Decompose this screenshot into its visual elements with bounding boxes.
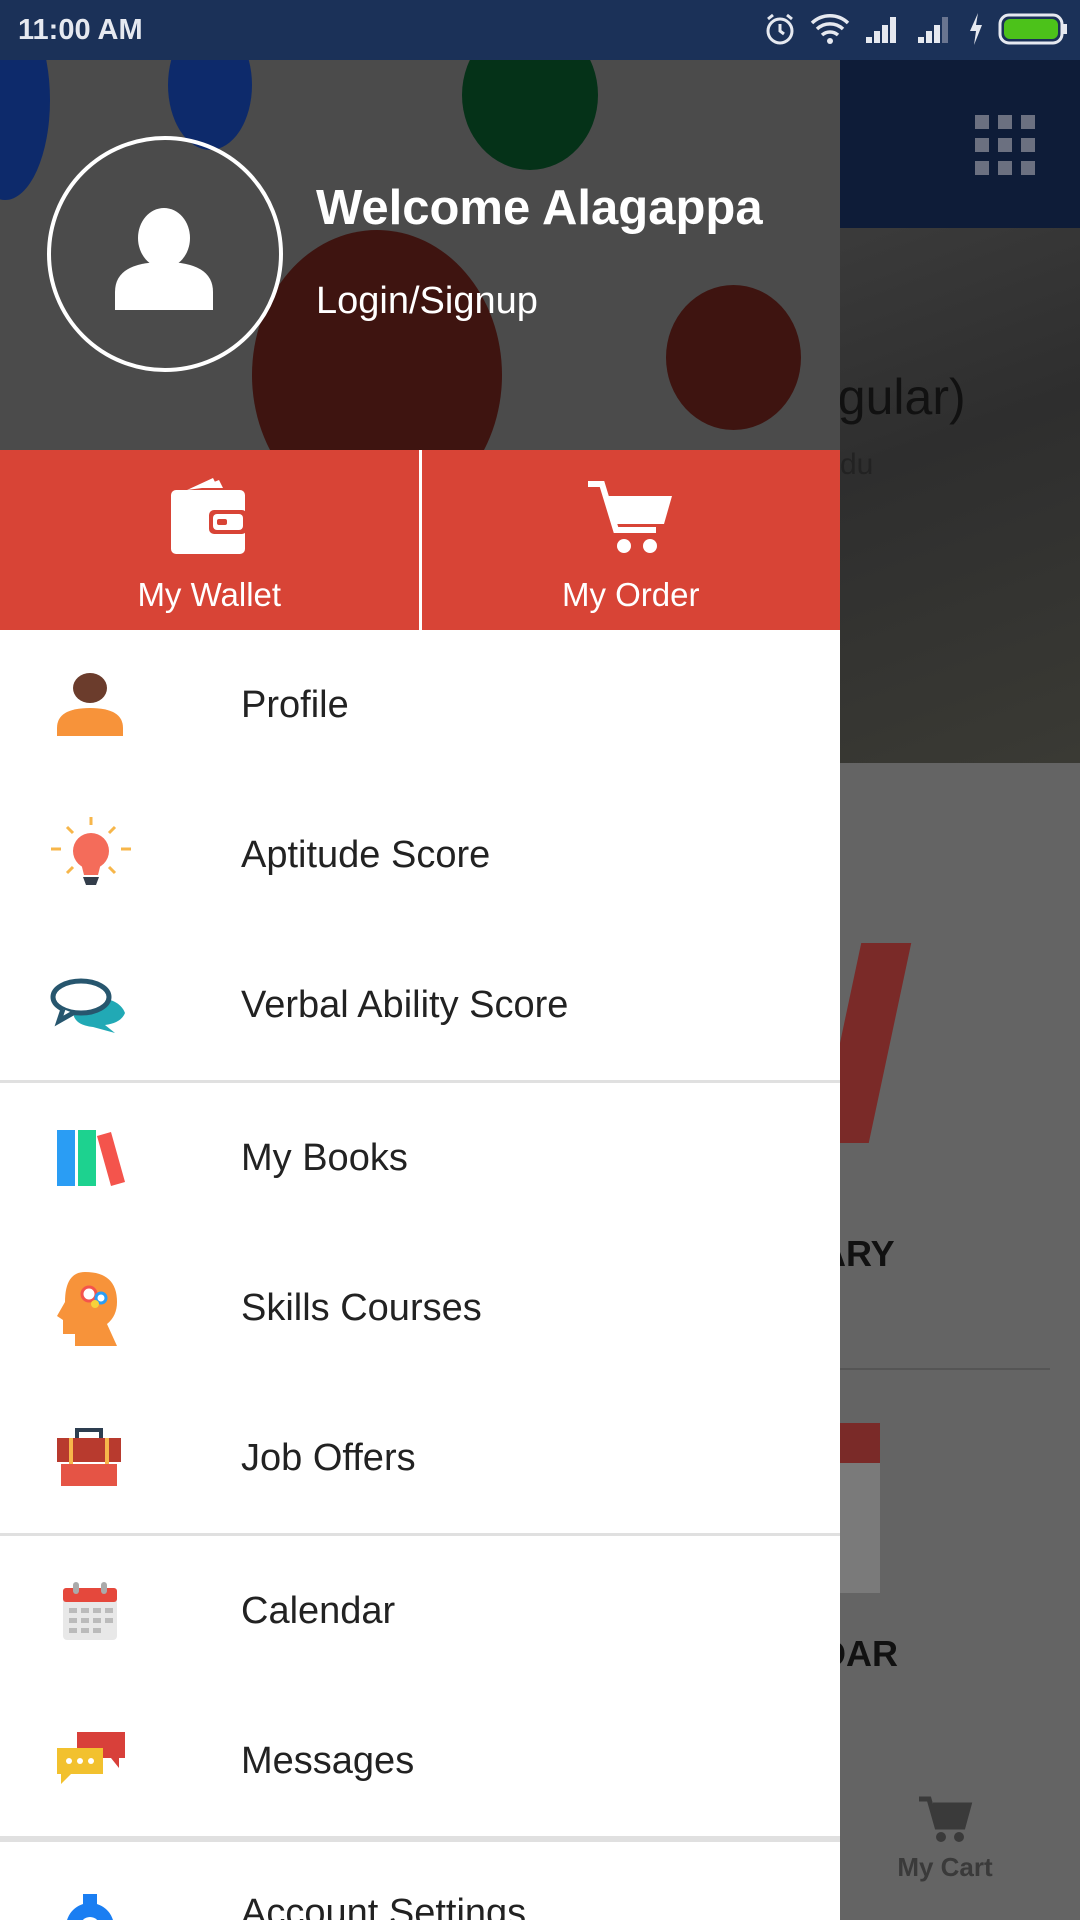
charging-icon bbox=[970, 13, 982, 45]
menu-item-label: My Books bbox=[241, 1136, 408, 1179]
welcome-text: Welcome Alagappa bbox=[316, 181, 763, 235]
apps-grid-icon[interactable] bbox=[975, 115, 1035, 175]
briefcase-icon bbox=[57, 1428, 121, 1486]
cart-icon bbox=[587, 481, 672, 553]
menu-item-label: Account Settings bbox=[241, 1892, 527, 1920]
my-order-label: My Order bbox=[561, 576, 700, 613]
my-order-button[interactable]: My Order bbox=[422, 450, 841, 630]
my-wallet-label: My Wallet bbox=[137, 576, 282, 613]
battery-icon bbox=[998, 13, 1067, 45]
menu-item-my-books[interactable]: My Books bbox=[0, 1083, 840, 1233]
menu-item-label: Messages bbox=[241, 1739, 415, 1782]
menu-item-skills-courses[interactable]: Skills Courses bbox=[0, 1233, 840, 1383]
lightbulb-icon bbox=[51, 817, 131, 885]
cart-icon bbox=[919, 1796, 973, 1842]
alarm-icon bbox=[766, 13, 794, 45]
my-cart-label: My Cart bbox=[897, 1852, 993, 1882]
menu-item-label: Job Offers bbox=[241, 1436, 416, 1479]
wallet-icon bbox=[171, 478, 248, 554]
messages-icon bbox=[57, 1732, 125, 1784]
status-time: 11:00 AM bbox=[18, 14, 143, 46]
profile-icon bbox=[57, 673, 123, 736]
menu-item-messages[interactable]: Messages bbox=[0, 1686, 840, 1836]
menu-item-aptitude-score[interactable]: Aptitude Score bbox=[0, 780, 840, 930]
navigation-drawer: Welcome Alagappa Login/Signup My Wallet … bbox=[0, 60, 840, 1920]
menu-item-label: Profile bbox=[241, 683, 349, 726]
menu-item-label: Verbal Ability Score bbox=[241, 983, 569, 1026]
menu-item-calendar[interactable]: Calendar bbox=[0, 1536, 840, 1686]
menu-item-job-offers[interactable]: Job Offers bbox=[0, 1383, 840, 1533]
wifi-icon bbox=[810, 14, 850, 44]
books-icon bbox=[57, 1130, 125, 1186]
drawer-menu: Profile Aptitude Score Verbal Ability Sc… bbox=[0, 630, 840, 1920]
menu-item-label: Calendar bbox=[241, 1589, 396, 1632]
menu-item-label: Skills Courses bbox=[241, 1286, 482, 1329]
status-bar: 11:00 AM bbox=[0, 0, 1080, 60]
user-icon bbox=[115, 208, 213, 310]
avatar[interactable] bbox=[47, 136, 283, 372]
banner-subtitle: du bbox=[840, 448, 874, 481]
my-cart-tab[interactable]: My Cart bbox=[880, 1795, 1010, 1883]
brain-head-icon bbox=[57, 1272, 117, 1346]
menu-item-profile[interactable]: Profile bbox=[0, 630, 840, 780]
my-wallet-button[interactable]: My Wallet bbox=[0, 450, 419, 630]
chat-bubbles-icon bbox=[50, 978, 125, 1033]
signal-icon bbox=[866, 17, 896, 43]
signal-icon bbox=[918, 17, 948, 43]
menu-item-account-settings[interactable]: Account Settings bbox=[0, 1842, 840, 1920]
login-signup-link[interactable]: Login/Signup bbox=[316, 280, 538, 323]
quick-actions: My Wallet My Order bbox=[0, 450, 840, 630]
calendar-tile-icon bbox=[840, 1423, 880, 1593]
menu-item-verbal-ability-score[interactable]: Verbal Ability Score bbox=[0, 930, 840, 1080]
menu-item-label: Aptitude Score bbox=[241, 833, 491, 876]
calendar-icon bbox=[63, 1582, 117, 1640]
drawer-header: Welcome Alagappa Login/Signup bbox=[0, 60, 840, 450]
gear-icon bbox=[67, 1894, 113, 1920]
